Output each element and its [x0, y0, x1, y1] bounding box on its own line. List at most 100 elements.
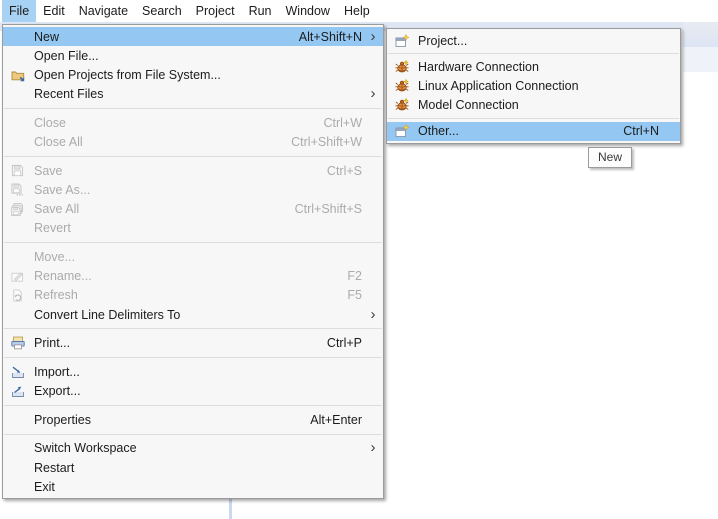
blank-icon: [8, 440, 27, 456]
menu-item-restart[interactable]: Restart: [3, 458, 383, 477]
menubar-item-label: Help: [344, 4, 370, 18]
menu-item-label: Switch Workspace: [34, 441, 362, 455]
menu-item-save-as: Save As...: [3, 180, 383, 199]
menu-item-label: Linux Application Connection: [418, 79, 659, 93]
menubar-item-label: Project: [196, 4, 235, 18]
menubar-item-file[interactable]: File: [2, 0, 36, 22]
menubar-item-label: Edit: [43, 4, 65, 18]
menu-item-label: Restart: [34, 461, 362, 475]
menu-item-revert: Revert: [3, 219, 383, 238]
menu-item-model-connection[interactable]: Model Connection: [387, 96, 680, 115]
menu-separator: [387, 115, 680, 122]
menubar-item-search[interactable]: Search: [135, 0, 189, 22]
menu-separator: [3, 353, 383, 363]
menubar-item-navigate[interactable]: Navigate: [72, 0, 135, 22]
tooltip: New: [588, 147, 632, 168]
menu-item-label: Print...: [34, 336, 327, 350]
menu-item-print[interactable]: Print... Ctrl+P: [3, 334, 383, 353]
import-icon: [8, 364, 27, 380]
menu-item-label: Save: [34, 164, 327, 178]
menu-item-label: Close All: [34, 135, 291, 149]
blank-icon: [8, 249, 27, 265]
menu-item-exit[interactable]: Exit: [3, 477, 383, 496]
menu-item-label: Convert Line Delimiters To: [34, 308, 362, 322]
blank-icon: [8, 307, 27, 323]
menu-item-label: Project...: [418, 34, 659, 48]
blank-icon: [8, 86, 27, 102]
menu-item-label: Save As...: [34, 183, 362, 197]
menu-item-move: Move...: [3, 247, 383, 266]
blank-icon: [8, 29, 27, 45]
blank-icon: [8, 134, 27, 150]
menubar-item-window[interactable]: Window: [279, 0, 337, 22]
menu-item-label: Open File...: [34, 49, 362, 63]
menu-item-label: Close: [34, 116, 323, 130]
menu-item-save: Save Ctrl+S: [3, 161, 383, 180]
save-icon: [8, 163, 27, 179]
menu-item-shortcut: Alt+Shift+N: [299, 30, 362, 44]
menu-item-new[interactable]: New Alt+Shift+N ›: [3, 27, 383, 46]
connection-icon: [392, 59, 411, 75]
menu-item-label: Hardware Connection: [418, 60, 659, 74]
menu-item-open-file[interactable]: Open File...: [3, 46, 383, 65]
connection-icon: [392, 78, 411, 94]
menu-item-label: Model Connection: [418, 98, 659, 112]
menu-item-shortcut: Ctrl+Shift+W: [291, 135, 362, 149]
menu-item-shortcut: Ctrl+S: [327, 164, 362, 178]
menu-item-label: Move...: [34, 250, 362, 264]
menu-item-label: Other...: [418, 124, 623, 138]
save-as-icon: [8, 182, 27, 198]
file-menu: New Alt+Shift+N › Open File... Open Proj…: [2, 24, 384, 499]
menu-item-recent-files[interactable]: Recent Files ›: [3, 85, 383, 104]
menu-item-label: Exit: [34, 480, 362, 494]
menu-item-switch-workspace[interactable]: Switch Workspace ›: [3, 439, 383, 458]
menu-item-label: Open Projects from File System...: [34, 68, 362, 82]
menubar-item-run[interactable]: Run: [242, 0, 279, 22]
menu-item-label: Import...: [34, 365, 362, 379]
menu-item-hardware-connection[interactable]: Hardware Connection: [387, 57, 680, 76]
blank-icon: [8, 115, 27, 131]
menu-separator: [3, 429, 383, 439]
submenu-arrow-icon: ›: [367, 441, 379, 455]
menubar-item-label: Window: [286, 4, 330, 18]
menu-item-refresh: Refresh F5: [3, 286, 383, 305]
connection-icon: [392, 97, 411, 113]
menu-item-export[interactable]: Export...: [3, 382, 383, 401]
menubar-item-help[interactable]: Help: [337, 0, 377, 22]
menu-item-rename: Rename... F2: [3, 267, 383, 286]
menu-item-other[interactable]: Other... Ctrl+N: [387, 122, 680, 141]
blank-icon: [8, 412, 27, 428]
menu-item-shortcut: Ctrl+N: [623, 124, 659, 138]
blank-icon: [8, 479, 27, 495]
menu-item-close-all: Close All Ctrl+Shift+W: [3, 132, 383, 151]
menu-item-shortcut: Alt+Enter: [310, 413, 362, 427]
menu-item-save-all: Save All Ctrl+Shift+S: [3, 200, 383, 219]
menu-item-label: Properties: [34, 413, 310, 427]
tooltip-text: New: [598, 150, 622, 164]
menu-item-label: Save All: [34, 202, 295, 216]
rename-icon: [8, 268, 27, 284]
toolbar-band-bottom: [683, 47, 718, 72]
menubar-item-label: Run: [249, 4, 272, 18]
menu-item-shortcut: F5: [347, 288, 362, 302]
print-icon: [8, 335, 27, 351]
menu-separator: [3, 152, 383, 162]
menu-item-linux-application-connection[interactable]: Linux Application Connection: [387, 76, 680, 95]
menu-separator: [387, 50, 680, 57]
menubar-item-edit[interactable]: Edit: [36, 0, 72, 22]
new-submenu: Project... Hardware Connection: [386, 28, 681, 144]
menubar-item-project[interactable]: Project: [189, 0, 242, 22]
menu-item-project[interactable]: Project...: [387, 31, 680, 50]
refresh-icon: [8, 287, 27, 303]
menu-item-close: Close Ctrl+W: [3, 113, 383, 132]
menu-item-import[interactable]: Import...: [3, 362, 383, 381]
menu-item-open-projects-from-file-system[interactable]: Open Projects from File System...: [3, 65, 383, 84]
save-all-icon: [8, 201, 27, 217]
menu-item-label: Refresh: [34, 288, 347, 302]
menu-item-properties[interactable]: Properties Alt+Enter: [3, 410, 383, 429]
menu-item-label: Revert: [34, 221, 362, 235]
menu-item-convert-line-delimiters-to[interactable]: Convert Line Delimiters To ›: [3, 305, 383, 324]
menu-item-label: Recent Files: [34, 87, 362, 101]
menubar-item-label: Navigate: [79, 4, 128, 18]
menu-item-shortcut: F2: [347, 269, 362, 283]
